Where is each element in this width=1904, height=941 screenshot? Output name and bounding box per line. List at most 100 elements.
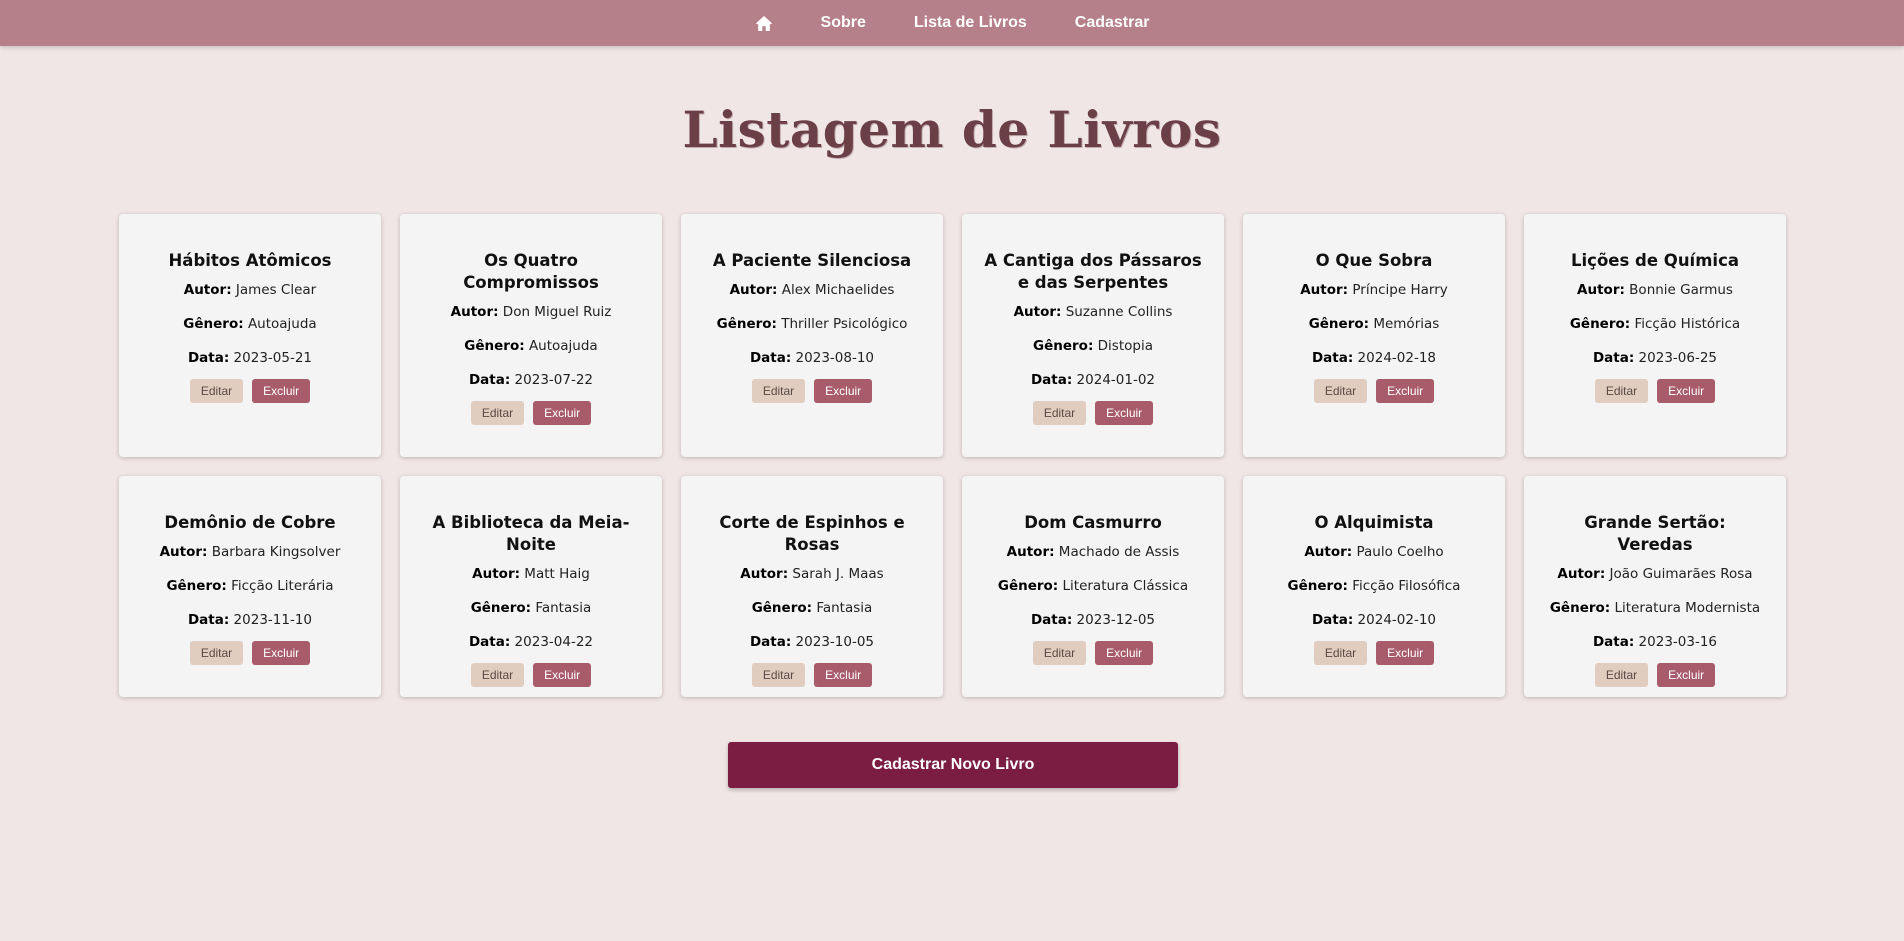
delete-button[interactable]: Excluir	[1376, 379, 1435, 403]
book-author: Autor: Alex Michaelides	[730, 281, 895, 299]
book-card: O Alquimista Autor: Paulo Coelho Gênero: F…	[1243, 476, 1505, 697]
book-date: Data: 2024-02-18	[1312, 349, 1436, 367]
edit-button[interactable]: Editar	[1032, 401, 1087, 425]
date-value: 2023-06-25	[1638, 350, 1718, 366]
book-author: Autor: Matt Haig	[472, 565, 590, 583]
book-author: Autor: Don Miguel Ruiz	[451, 303, 612, 321]
genre-value: Distopia	[1097, 338, 1153, 354]
card-actions: Editar Excluir	[189, 379, 311, 403]
book-date: Data: 2023-12-05	[1031, 611, 1155, 629]
delete-button[interactable]: Excluir	[252, 379, 311, 403]
delete-button[interactable]: Excluir	[1657, 379, 1716, 403]
genre-label: Gênero:	[470, 600, 532, 616]
author-label: Autor:	[1300, 282, 1349, 298]
delete-button[interactable]: Excluir	[1376, 641, 1435, 665]
book-card: Grande Sertão: Veredas Autor: João Guimar…	[1524, 476, 1786, 697]
author-label: Autor:	[1557, 566, 1606, 582]
author-value: James Clear	[235, 282, 317, 298]
date-value: 2023-04-22	[514, 634, 594, 650]
book-genre: Gênero: Ficção Histórica	[1570, 315, 1740, 333]
delete-button[interactable]: Excluir	[1095, 401, 1154, 425]
date-value: 2023-05-21	[233, 350, 313, 366]
nav-link-cadastrar[interactable]: Cadastrar	[1051, 0, 1174, 46]
edit-button[interactable]: Editar	[751, 379, 806, 403]
book-genre: Gênero: Memórias	[1309, 315, 1440, 333]
nav-link-lista-de-livros[interactable]: Lista de Livros	[890, 0, 1051, 46]
nav-link-sobre[interactable]: Sobre	[797, 0, 890, 46]
genre-label: Gênero:	[183, 316, 244, 332]
author-value: Barbara Kingsolver	[211, 544, 341, 560]
book-author: Autor: Paulo Coelho	[1304, 543, 1443, 561]
book-title: Dom Casmurro	[1024, 513, 1162, 532]
genre-value: Autoajuda	[528, 338, 598, 354]
genre-value: Ficção Histórica	[1634, 316, 1741, 332]
book-date: Data: 2023-10-05	[750, 633, 874, 651]
book-author: Autor: Suzanne Collins	[1014, 303, 1173, 321]
book-genre: Gênero: Distopia	[1033, 337, 1153, 355]
book-date: Data: 2023-03-16	[1593, 633, 1717, 651]
delete-button[interactable]: Excluir	[1657, 663, 1716, 687]
book-date: Data: 2024-02-10	[1312, 611, 1436, 629]
delete-button[interactable]: Excluir	[533, 663, 592, 687]
delete-button[interactable]: Excluir	[533, 401, 592, 425]
book-title: Hábitos Atômicos	[168, 251, 332, 270]
date-value: 2023-11-10	[233, 612, 313, 628]
author-label: Autor:	[740, 566, 789, 582]
edit-button[interactable]: Editar	[189, 641, 244, 665]
new-book-button[interactable]: Cadastrar Novo Livro	[728, 742, 1178, 788]
card-actions: Editar Excluir	[1032, 401, 1154, 425]
edit-button[interactable]: Editar	[470, 663, 525, 687]
date-label: Data:	[1311, 350, 1354, 366]
author-value: Sarah J. Maas	[792, 566, 884, 582]
genre-label: Gênero:	[997, 578, 1059, 594]
book-genre: Gênero: Autoajuda	[183, 315, 316, 333]
book-author: Autor: Bonnie Garmus	[1577, 281, 1733, 299]
date-label: Data:	[1030, 612, 1073, 628]
home-icon	[755, 15, 772, 31]
date-label: Data:	[1030, 372, 1073, 388]
genre-label: Gênero:	[464, 338, 525, 354]
date-label: Data:	[749, 634, 792, 650]
date-value: 2024-01-02	[1076, 372, 1156, 388]
edit-button[interactable]: Editar	[1594, 379, 1649, 403]
top-navbar: Sobre Lista de Livros Cadastrar	[0, 0, 1904, 46]
book-date: Data: 2023-07-22	[469, 371, 593, 389]
book-title: O Que Sobra	[1315, 251, 1433, 270]
card-actions: Editar Excluir	[751, 379, 873, 403]
book-date: Data: 2023-04-22	[469, 633, 593, 651]
book-date: Data: 2023-06-25	[1593, 349, 1717, 367]
edit-button[interactable]: Editar	[1594, 663, 1649, 687]
delete-button[interactable]: Excluir	[1095, 641, 1154, 665]
genre-label: Gênero:	[166, 578, 227, 594]
edit-button[interactable]: Editar	[751, 663, 806, 687]
genre-value: Memórias	[1373, 316, 1440, 332]
book-genre: Gênero: Fantasia	[752, 599, 873, 617]
date-value: 2023-03-16	[1638, 634, 1718, 650]
delete-button[interactable]: Excluir	[252, 641, 311, 665]
card-actions: Editar Excluir	[1313, 379, 1435, 403]
genre-value: Fantasia	[535, 600, 592, 616]
author-label: Autor:	[450, 304, 499, 320]
edit-button[interactable]: Editar	[189, 379, 244, 403]
date-label: Data:	[749, 350, 792, 366]
nav-home-link[interactable]	[731, 15, 797, 32]
edit-button[interactable]: Editar	[1313, 379, 1368, 403]
date-value: 2023-10-05	[795, 634, 875, 650]
edit-button[interactable]: Editar	[470, 401, 525, 425]
date-label: Data:	[187, 612, 230, 628]
book-title: Corte de Espinhos e Rosas	[719, 513, 905, 554]
genre-label: Gênero:	[1569, 316, 1631, 332]
author-label: Autor:	[1006, 544, 1055, 560]
edit-button[interactable]: Editar	[1032, 641, 1087, 665]
genre-value: Ficção Filosófica	[1352, 578, 1461, 594]
date-value: 2023-08-10	[795, 350, 875, 366]
genre-value: Literatura Modernista	[1614, 600, 1761, 616]
card-actions: Editar Excluir	[1594, 663, 1716, 687]
author-label: Autor:	[472, 566, 520, 582]
delete-button[interactable]: Excluir	[814, 379, 873, 403]
book-genre: Gênero: Literatura Clássica	[998, 577, 1188, 595]
card-actions: Editar Excluir	[751, 663, 873, 687]
book-author: Autor: James Clear	[184, 281, 316, 299]
delete-button[interactable]: Excluir	[814, 663, 873, 687]
edit-button[interactable]: Editar	[1313, 641, 1368, 665]
